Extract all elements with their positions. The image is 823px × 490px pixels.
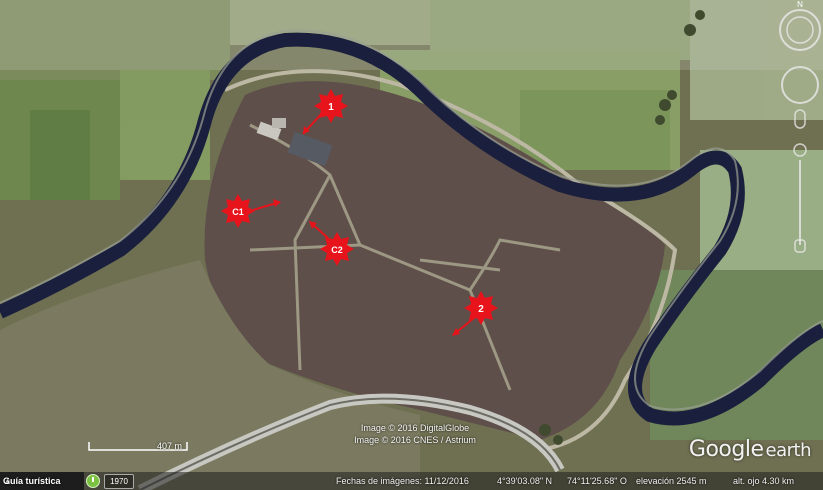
logo-google: Google: [688, 437, 764, 462]
imagery-date: Fechas de imágenes: 11/12/2016: [336, 476, 469, 486]
north-label: N: [797, 0, 803, 9]
year-button[interactable]: 1970: [104, 474, 134, 489]
navigation-controls[interactable]: N: [773, 0, 823, 270]
tour-guide-button[interactable]: ▲ Guía turística: [0, 472, 84, 490]
historical-imagery-icon[interactable]: [86, 474, 100, 488]
longitude: 74°11'25.68" O: [567, 476, 627, 486]
zoom-slider[interactable]: [793, 109, 807, 253]
imagery-credits: Image © 2016 DigitalGlobe Image © 2016 C…: [340, 422, 490, 446]
tour-guide-label: Guía turística: [3, 476, 61, 486]
logo-earth: earth: [765, 440, 812, 461]
status-bar: ▲ Guía turística 1970 Fechas de imágenes…: [0, 472, 823, 490]
marker-2-label: 2: [478, 304, 484, 315]
satellite-map[interactable]: 1 C1 C2 2: [0, 0, 823, 490]
google-earth-logo: Google earth: [688, 437, 812, 462]
scale-label: 407 m: [157, 441, 183, 451]
compass-icon[interactable]: N: [779, 0, 821, 51]
elevation: elevación 2545 m: [636, 476, 707, 486]
marker-c1-label: C1: [232, 207, 244, 217]
eye-altitude: alt. ojo 4.30 km: [733, 476, 795, 486]
credit-line-1: Image © 2016 DigitalGlobe: [360, 423, 470, 433]
credit-line-2: Image © 2016 CNES / Astrium: [354, 435, 476, 445]
marker-1-label: 1: [328, 102, 334, 113]
look-joystick-icon[interactable]: [781, 66, 819, 104]
marker-c2-label: C2: [331, 245, 343, 255]
latitude: 4°39'03.08" N: [497, 476, 553, 486]
